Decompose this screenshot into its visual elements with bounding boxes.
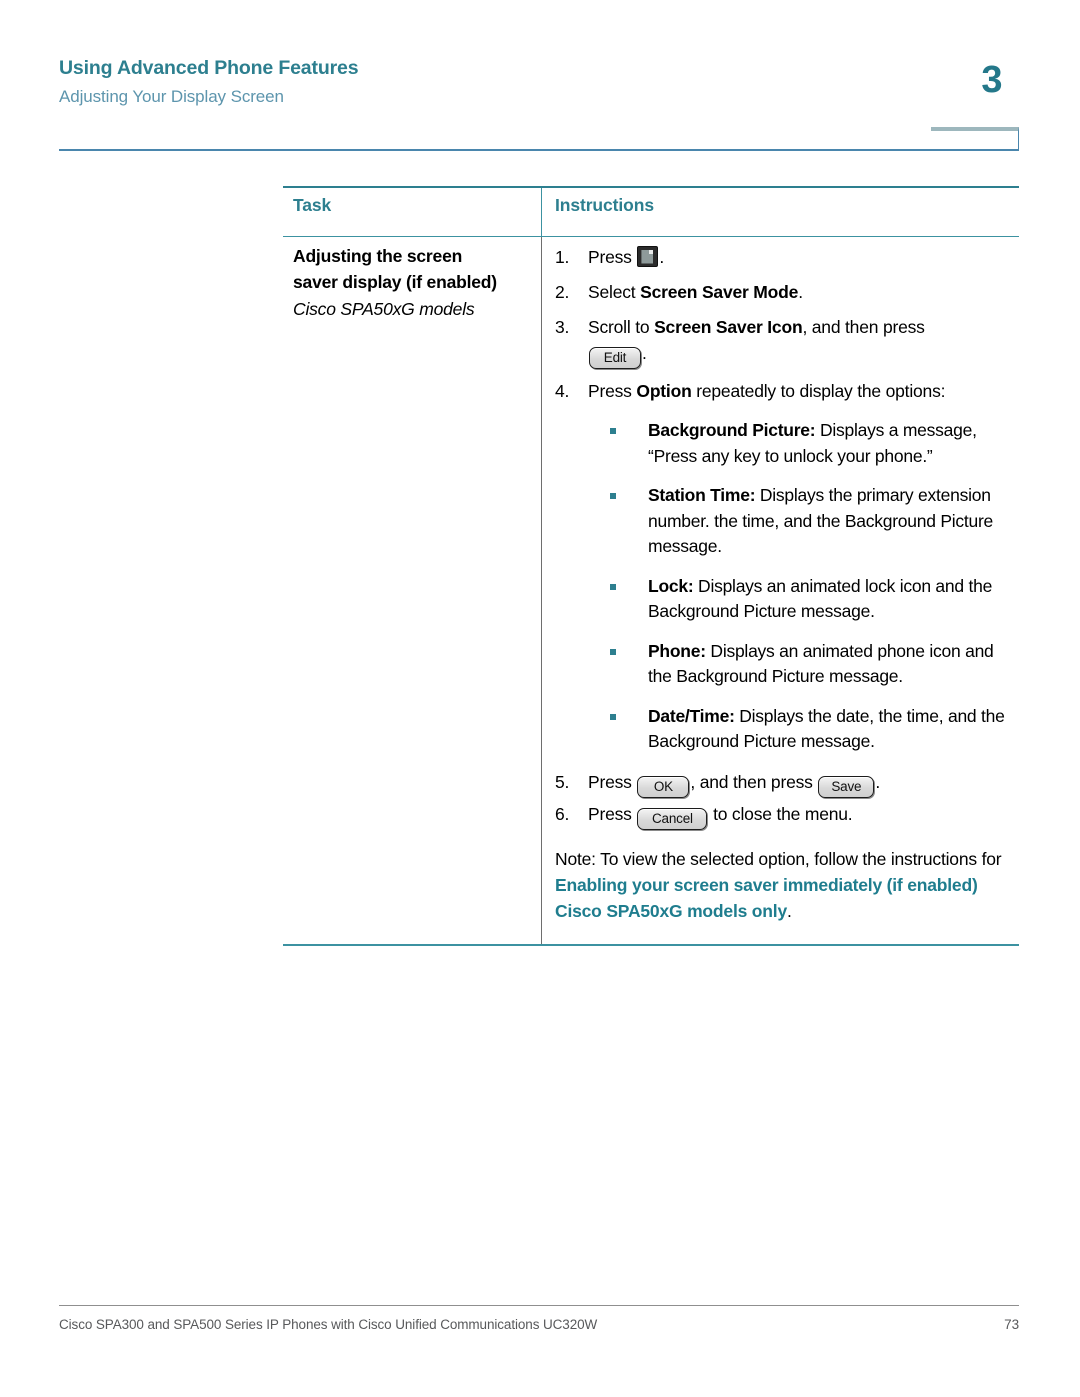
table-cell-task: Adjusting the screen saver display (if e…: [283, 237, 541, 944]
note-prefix-text: Note: To view the selected option, follo…: [555, 848, 1002, 869]
step-2-menu-item: Screen Saver Mode: [640, 282, 799, 302]
list-item: Lock: Displays an animated lock icon and…: [588, 574, 1011, 625]
step-2-text-suffix: .: [798, 282, 803, 302]
step-6-text-suffix: to close the menu.: [708, 803, 853, 824]
instruction-step-6: Press Cancel to close the menu.: [555, 801, 1011, 830]
save-softkey-button[interactable]: Save: [818, 775, 875, 798]
note-suffix-text: .: [786, 900, 792, 921]
cancel-softkey-button[interactable]: Cancel: [637, 807, 708, 830]
step-3-text-mid: , and then press: [802, 317, 925, 337]
option-term: Phone:: [648, 640, 706, 661]
instruction-step-list: Press . Select Screen Saver Mode. Scroll…: [555, 244, 1011, 830]
chapter-number: 3: [981, 59, 1003, 101]
option-description: Displays an animated lock icon and the B…: [648, 575, 993, 622]
step-4-key-name: Option: [636, 381, 692, 401]
instruction-step-4: Press Option repeatedly to display the o…: [555, 378, 1011, 755]
square-bullet-icon: [610, 493, 616, 499]
list-item: Phone: Displays an animated phone icon a…: [588, 639, 1011, 690]
ok-softkey-button[interactable]: OK: [637, 775, 690, 798]
step-3-text-suffix: .: [642, 343, 647, 363]
table-header-cell-instructions: Instructions: [541, 188, 1019, 236]
option-term: Lock:: [648, 575, 694, 596]
task-instructions-table: Task Instructions Adjusting the screen s…: [283, 186, 1019, 946]
chapter-title: Using Advanced Phone Features: [59, 57, 359, 79]
cross-reference-link[interactable]: Enabling your screen saver immediately (…: [555, 875, 978, 921]
page-footer: Cisco SPA300 and SPA500 Series IP Phones…: [59, 1305, 1019, 1332]
step-5-text-suffix: .: [875, 771, 881, 792]
task-title-line-1: Adjusting the screen: [293, 246, 463, 266]
square-bullet-icon: [610, 713, 616, 720]
page-fold-glyph: [649, 249, 654, 254]
column-header-task: Task: [293, 195, 332, 215]
page-header: Using Advanced Phone Features Adjusting …: [0, 0, 1080, 152]
option-term: Station Time:: [648, 485, 756, 505]
instruction-step-1: Press .: [555, 244, 1011, 270]
setup-page-icon[interactable]: [637, 246, 659, 267]
step-1-text-suffix: .: [659, 247, 665, 267]
square-bullet-icon: [610, 428, 616, 434]
footer-page-number: 73: [1004, 1317, 1019, 1333]
table-header-cell-task: Task: [283, 188, 541, 236]
instruction-step-5: Press OK, and then press Save.: [555, 769, 1011, 798]
table-header-row: Task Instructions: [283, 188, 1019, 237]
instruction-step-2: Select Screen Saver Mode.: [555, 279, 1011, 305]
square-bullet-icon: [610, 583, 616, 590]
edit-softkey-button[interactable]: Edit: [589, 347, 641, 369]
screen-saver-option-list: Background Picture: Displays a message, …: [588, 418, 1011, 755]
square-bullet-icon: [610, 648, 616, 655]
option-term: Date/Time:: [648, 705, 735, 726]
step-1-text-prefix: Press: [588, 247, 637, 267]
step-4-text-prefix: Press: [588, 381, 637, 401]
step-5-text-mid: , and then press: [690, 771, 818, 792]
list-item: Background Picture: Displays a message, …: [588, 418, 1011, 469]
step-6-text-prefix: Press: [588, 803, 637, 824]
task-title-line-2: saver display (if enabled): [293, 271, 497, 292]
footer-divider: [59, 1305, 1019, 1307]
instructions-note: Note: To view the selected option, follo…: [555, 846, 1011, 924]
task-model-note: Cisco SPA50xG models: [293, 299, 475, 319]
step-5-text-prefix: Press: [588, 771, 637, 792]
list-item: Date/Time: Displays the date, the time, …: [588, 704, 1011, 755]
option-term: Background Picture:: [648, 420, 816, 440]
instruction-step-3: Scroll to Screen Saver Icon, and then pr…: [555, 314, 1011, 369]
step-3-menu-item: Screen Saver Icon: [654, 317, 803, 337]
header-corner-box: [931, 127, 1019, 150]
header-divider: [59, 149, 1019, 151]
list-item: Station Time: Displays the primary exten…: [588, 483, 1011, 560]
step-3-text-prefix: Scroll to: [588, 317, 655, 337]
footer-document-title: Cisco SPA300 and SPA500 Series IP Phones…: [59, 1317, 598, 1333]
column-header-instructions: Instructions: [555, 195, 654, 215]
table-cell-instructions: Press . Select Screen Saver Mode. Scroll…: [541, 237, 1019, 944]
section-subtitle: Adjusting Your Display Screen: [59, 87, 284, 106]
table-row: Adjusting the screen saver display (if e…: [283, 237, 1019, 944]
step-2-text-prefix: Select: [588, 282, 641, 302]
step-4-text-suffix: repeatedly to display the options:: [691, 381, 946, 401]
